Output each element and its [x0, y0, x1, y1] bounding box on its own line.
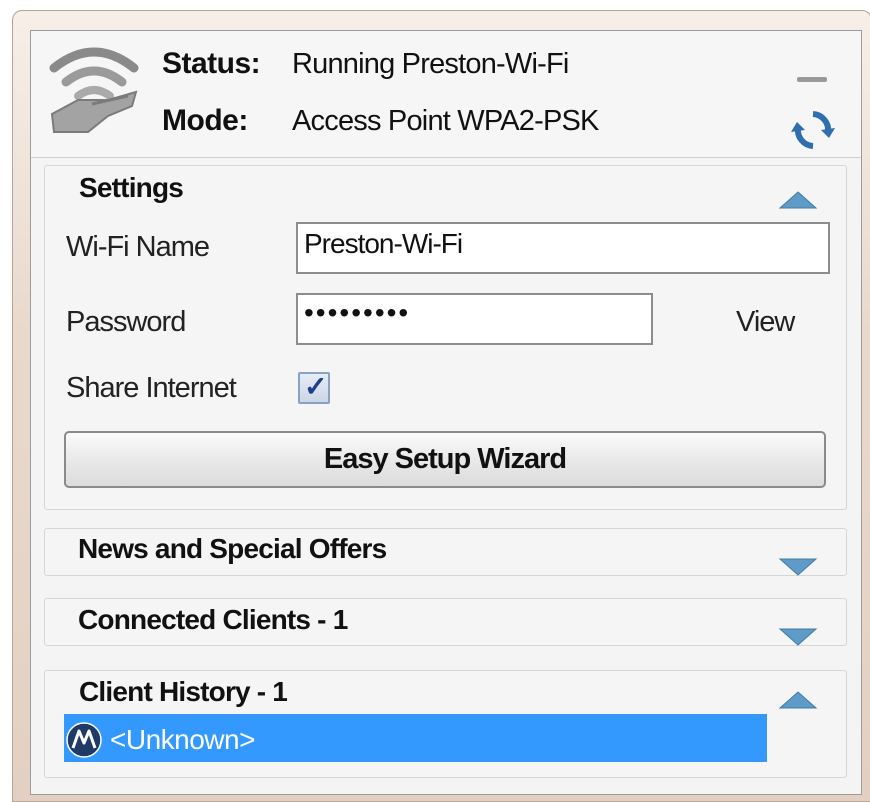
- connected-clients-title: Connected Clients - 1: [78, 604, 348, 635]
- client-history-collapse-chevron-up-icon[interactable]: [778, 690, 818, 712]
- settings-title: Settings: [79, 172, 184, 203]
- wifi-hand-logo-icon: [49, 47, 139, 133]
- share-internet-label: Share Internet: [66, 372, 237, 404]
- status-label: Status:: [162, 47, 261, 80]
- status-value: Running Preston-Wi-Fi: [292, 48, 569, 80]
- password-label: Password: [66, 306, 186, 338]
- wifi-name-label: Wi-Fi Name: [66, 231, 210, 263]
- client-history-title: Client History - 1: [79, 676, 288, 707]
- motorola-icon: [66, 722, 102, 758]
- news-title: News and Special Offers: [78, 533, 387, 564]
- mode-value: Access Point WPA2-PSK: [292, 105, 599, 137]
- password-input[interactable]: •••••••••: [296, 293, 653, 345]
- connected-clients-expand-chevron-down-icon[interactable]: [778, 625, 818, 647]
- checkmark-icon: ✓: [304, 371, 328, 402]
- view-password-button[interactable]: View: [736, 306, 795, 339]
- minimize-button[interactable]: [797, 72, 827, 86]
- wifi-name-input[interactable]: Preston-Wi-Fi: [296, 222, 830, 274]
- settings-collapse-chevron-up-icon[interactable]: [778, 190, 818, 212]
- refresh-icon[interactable]: [791, 108, 835, 152]
- news-expand-chevron-down-icon[interactable]: [778, 555, 818, 577]
- mode-label: Mode:: [162, 104, 248, 137]
- client-history-item-name: <Unknown>: [110, 724, 255, 755]
- easy-setup-wizard-button[interactable]: Easy Setup Wizard: [64, 431, 826, 488]
- share-internet-checkbox[interactable]: ✓: [298, 371, 330, 404]
- header-divider: [31, 157, 861, 158]
